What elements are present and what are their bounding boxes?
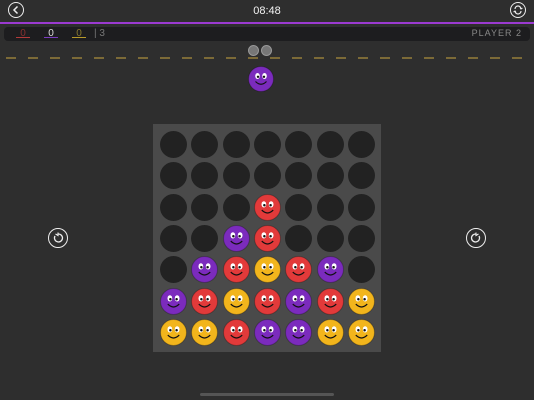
drop-zone-line [0,56,534,60]
rotate-left-icon [53,232,64,243]
piece-purple[interactable] [160,287,187,315]
empty-slot[interactable] [285,193,313,221]
swap-button[interactable] [510,2,526,18]
empty-slot[interactable] [222,162,250,190]
turn-label: PLAYER 2 [471,28,522,38]
dash-mark [160,57,170,59]
piece-red[interactable] [316,287,344,315]
dash-mark [138,57,148,59]
accent-line [0,22,534,24]
home-indicator [200,393,334,396]
dash-mark [116,57,126,59]
piece-yellow[interactable] [160,318,187,346]
empty-slot[interactable] [316,193,344,221]
dash-mark [204,57,214,59]
dash-mark [468,57,478,59]
dash-mark [512,57,522,59]
dash-mark [28,57,38,59]
score-red: 0 [14,28,32,39]
score-purple: 0 [42,28,60,39]
piece-purple[interactable] [285,287,313,315]
score-bar: 0 0 0 | 3 PLAYER 2 [4,27,530,41]
piece-yellow[interactable] [253,256,281,284]
empty-slot[interactable] [347,193,375,221]
empty-slot[interactable] [285,131,313,158]
score-target: | 3 [94,28,105,39]
dash-mark [248,57,258,59]
piece-yellow[interactable] [347,318,375,346]
piece-red[interactable] [253,193,281,221]
empty-slot[interactable] [316,162,344,190]
dash-mark [490,57,500,59]
score-purple-underline [44,37,58,38]
piece-purple[interactable] [316,256,344,284]
empty-slot[interactable] [316,131,344,158]
piece-purple[interactable] [222,224,250,252]
empty-slot[interactable] [160,224,187,252]
empty-slot[interactable] [191,193,219,221]
empty-slot[interactable] [347,162,375,190]
empty-slot[interactable] [347,131,375,158]
empty-slot[interactable] [285,162,313,190]
empty-slot[interactable] [222,131,250,158]
piece-red[interactable] [191,287,219,315]
dash-mark [402,57,412,59]
empty-slot[interactable] [160,256,187,284]
dash-mark [72,57,82,59]
mini-face-icon [248,45,259,56]
piece-red[interactable] [222,256,250,284]
empty-slot[interactable] [191,162,219,190]
piece-red[interactable] [222,318,250,346]
dash-mark [182,57,192,59]
refresh-icon [513,5,523,15]
current-piece[interactable] [248,66,274,92]
empty-slot[interactable] [191,131,219,158]
score-yellow-underline [72,37,86,38]
piece-red[interactable] [285,256,313,284]
dash-mark [226,57,236,59]
empty-slot[interactable] [347,224,375,252]
piece-purple[interactable] [285,318,313,346]
piece-purple[interactable] [191,256,219,284]
mini-face-icon [261,45,272,56]
empty-slot[interactable] [160,131,187,158]
score-red-underline [16,37,30,38]
top-bar: 08:48 [0,0,534,22]
dash-mark [6,57,16,59]
empty-slot[interactable] [222,193,250,221]
dash-mark [380,57,390,59]
piece-yellow[interactable] [316,318,344,346]
dash-mark [424,57,434,59]
clock: 08:48 [253,5,281,17]
dash-mark [336,57,346,59]
rotate-right-icon [470,232,481,243]
piece-yellow[interactable] [222,287,250,315]
score-yellow: 0 [70,28,88,39]
empty-slot[interactable] [191,224,219,252]
empty-slot[interactable] [160,162,187,190]
empty-slot[interactable] [347,256,375,284]
piece-yellow[interactable] [347,287,375,315]
empty-slot[interactable] [316,224,344,252]
empty-slot[interactable] [253,162,281,190]
dash-mark [94,57,104,59]
dash-mark [358,57,368,59]
dash-mark [50,57,60,59]
dash-mark [292,57,302,59]
dash-mark [446,57,456,59]
rotate-left-button[interactable] [48,228,68,248]
dash-mark [314,57,324,59]
empty-slot[interactable] [285,224,313,252]
empty-slot[interactable] [160,193,187,221]
piece-red[interactable] [253,287,281,315]
rotate-right-button[interactable] [466,228,486,248]
game-board[interactable] [153,124,381,352]
empty-slot[interactable] [253,131,281,158]
dash-mark [270,57,280,59]
piece-red[interactable] [253,224,281,252]
player-indicator [248,45,272,56]
piece-yellow[interactable] [191,318,219,346]
piece-purple[interactable] [253,318,281,346]
